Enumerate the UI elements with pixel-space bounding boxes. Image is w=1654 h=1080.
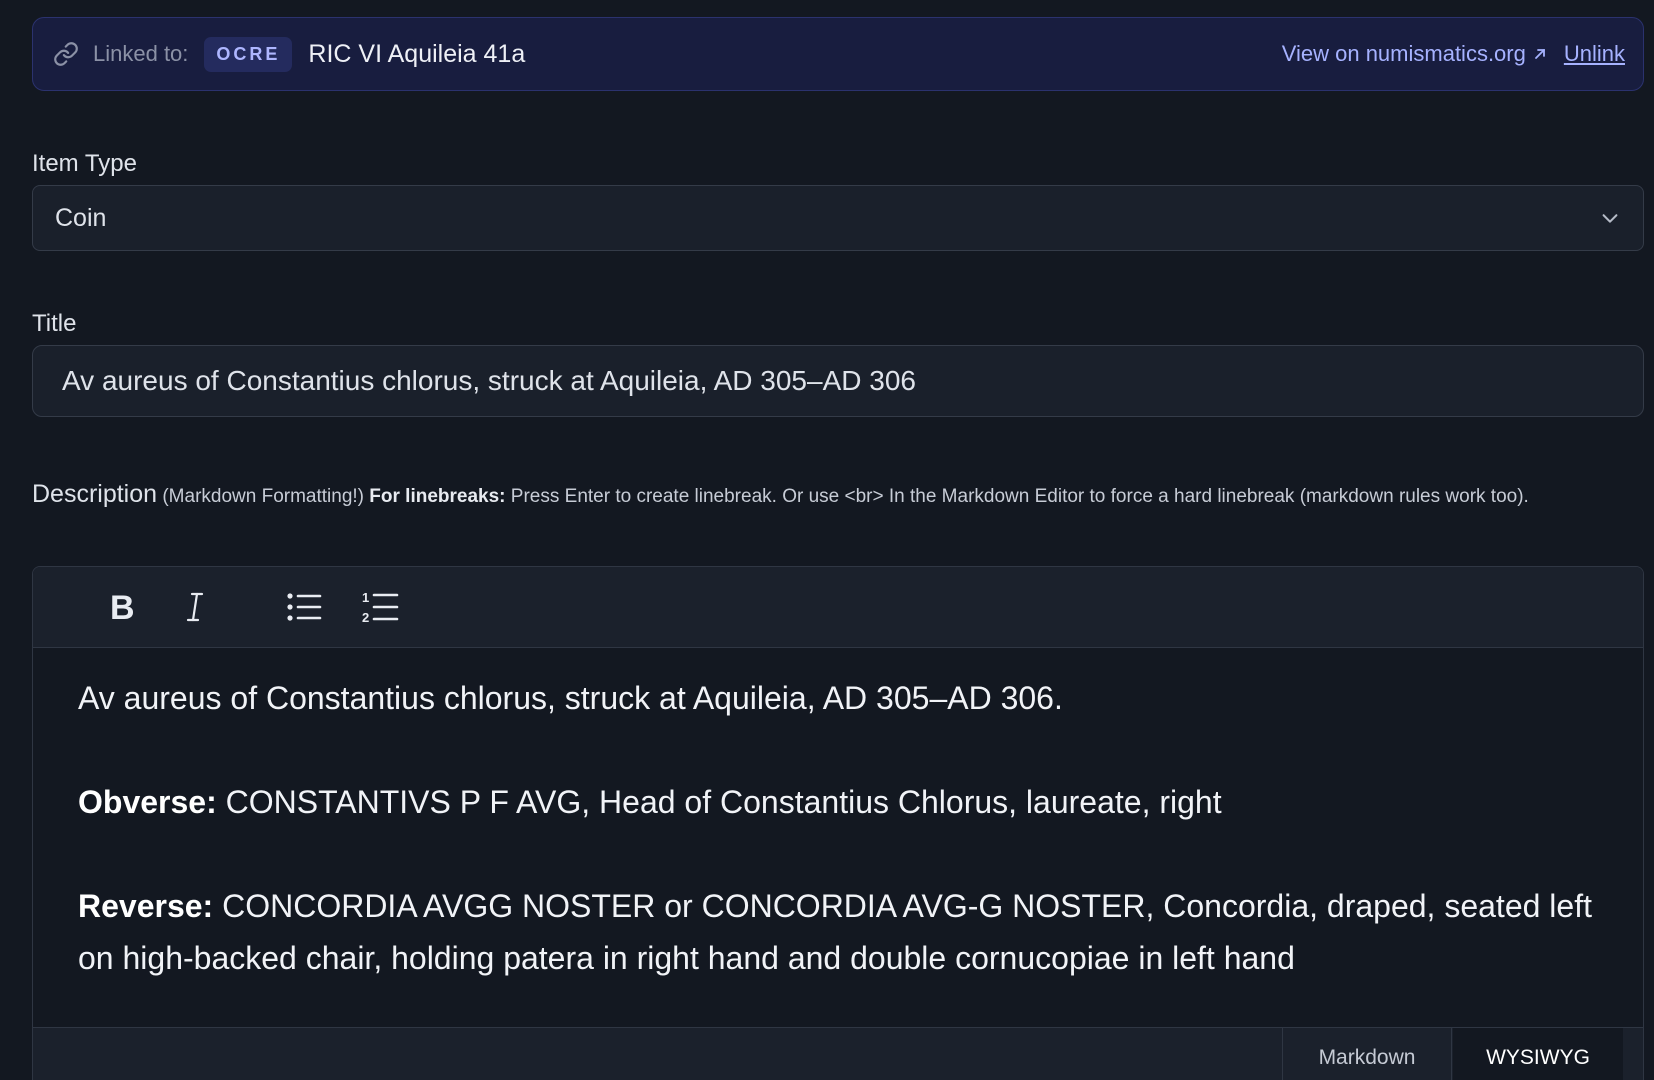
content-obverse: Obverse: CONSTANTIVS P F AVG, Head of Co…	[78, 776, 1598, 828]
editor-content[interactable]: Av aureus of Constantius chlorus, struck…	[33, 648, 1643, 984]
editor-toolbar: B 1 2	[33, 567, 1643, 648]
view-link-label: View on numismatics.org	[1281, 41, 1526, 66]
reverse-text: CONCORDIA AVGG NOSTER or CONCORDIA AVG-G…	[78, 888, 1592, 976]
obverse-label: Obverse:	[78, 784, 217, 820]
content-reverse: Reverse: CONCORDIA AVGG NOSTER or CONCOR…	[78, 880, 1598, 984]
item-type-select[interactable]: Coin	[32, 185, 1644, 251]
italic-icon	[186, 592, 204, 622]
description-label-title: Description	[32, 480, 158, 508]
linked-reference-title: RIC VI Aquileia 41a	[308, 39, 526, 68]
obverse-text: CONSTANTIVS P F AVG, Head of Constantius…	[225, 784, 1222, 820]
tab-markdown[interactable]: Markdown	[1282, 1028, 1452, 1080]
linked-to-label: Linked to:	[93, 41, 189, 66]
numbered-list-icon: 1 2	[362, 590, 399, 625]
description-hint-prefix: (Markdown Formatting!)	[162, 486, 365, 507]
linked-reference-banner: Linked to: OCRE RIC VI Aquileia 41a View…	[32, 17, 1644, 91]
svg-text:2: 2	[362, 610, 369, 625]
description-hint-bold: For linebreaks:	[369, 486, 506, 507]
unlink-button[interactable]: Unlink	[1564, 41, 1625, 67]
source-badge: OCRE	[204, 36, 293, 72]
italic-button[interactable]	[173, 585, 217, 629]
svg-text:1: 1	[362, 590, 369, 605]
title-label: Title	[32, 310, 77, 337]
content-intro: Av aureus of Constantius chlorus, struck…	[78, 680, 1063, 716]
link-icon	[53, 41, 79, 67]
chevron-down-icon	[1599, 207, 1621, 229]
reverse-label: Reverse:	[78, 888, 214, 924]
description-hint-text: Press Enter to create linebreak. Or use …	[510, 486, 1529, 507]
description-label: Description (Markdown Formatting!) For l…	[32, 475, 1642, 516]
bold-icon: B	[110, 591, 135, 623]
item-edit-form: Linked to: OCRE RIC VI Aquileia 41a View…	[0, 0, 1654, 1080]
item-type-label: Item Type	[32, 150, 137, 177]
bold-button[interactable]: B	[99, 585, 143, 629]
bulleted-list-icon	[287, 593, 322, 621]
description-editor: B 1 2 Av aureus of Constantius chlorus, …	[32, 566, 1644, 1080]
tab-wysiwyg[interactable]: WYSIWYG	[1453, 1028, 1623, 1080]
svg-text:B: B	[110, 591, 135, 623]
editor-mode-bar: Markdown WYSIWYG	[33, 1027, 1643, 1080]
bulleted-list-button[interactable]	[282, 585, 326, 629]
title-input[interactable]: Av aureus of Constantius chlorus, struck…	[32, 345, 1644, 417]
item-type-value: Coin	[55, 203, 107, 232]
view-on-numismatics-link[interactable]: View on numismatics.org	[1282, 41, 1548, 67]
numbered-list-button[interactable]: 1 2	[358, 585, 402, 629]
external-arrow-icon	[1532, 46, 1548, 62]
